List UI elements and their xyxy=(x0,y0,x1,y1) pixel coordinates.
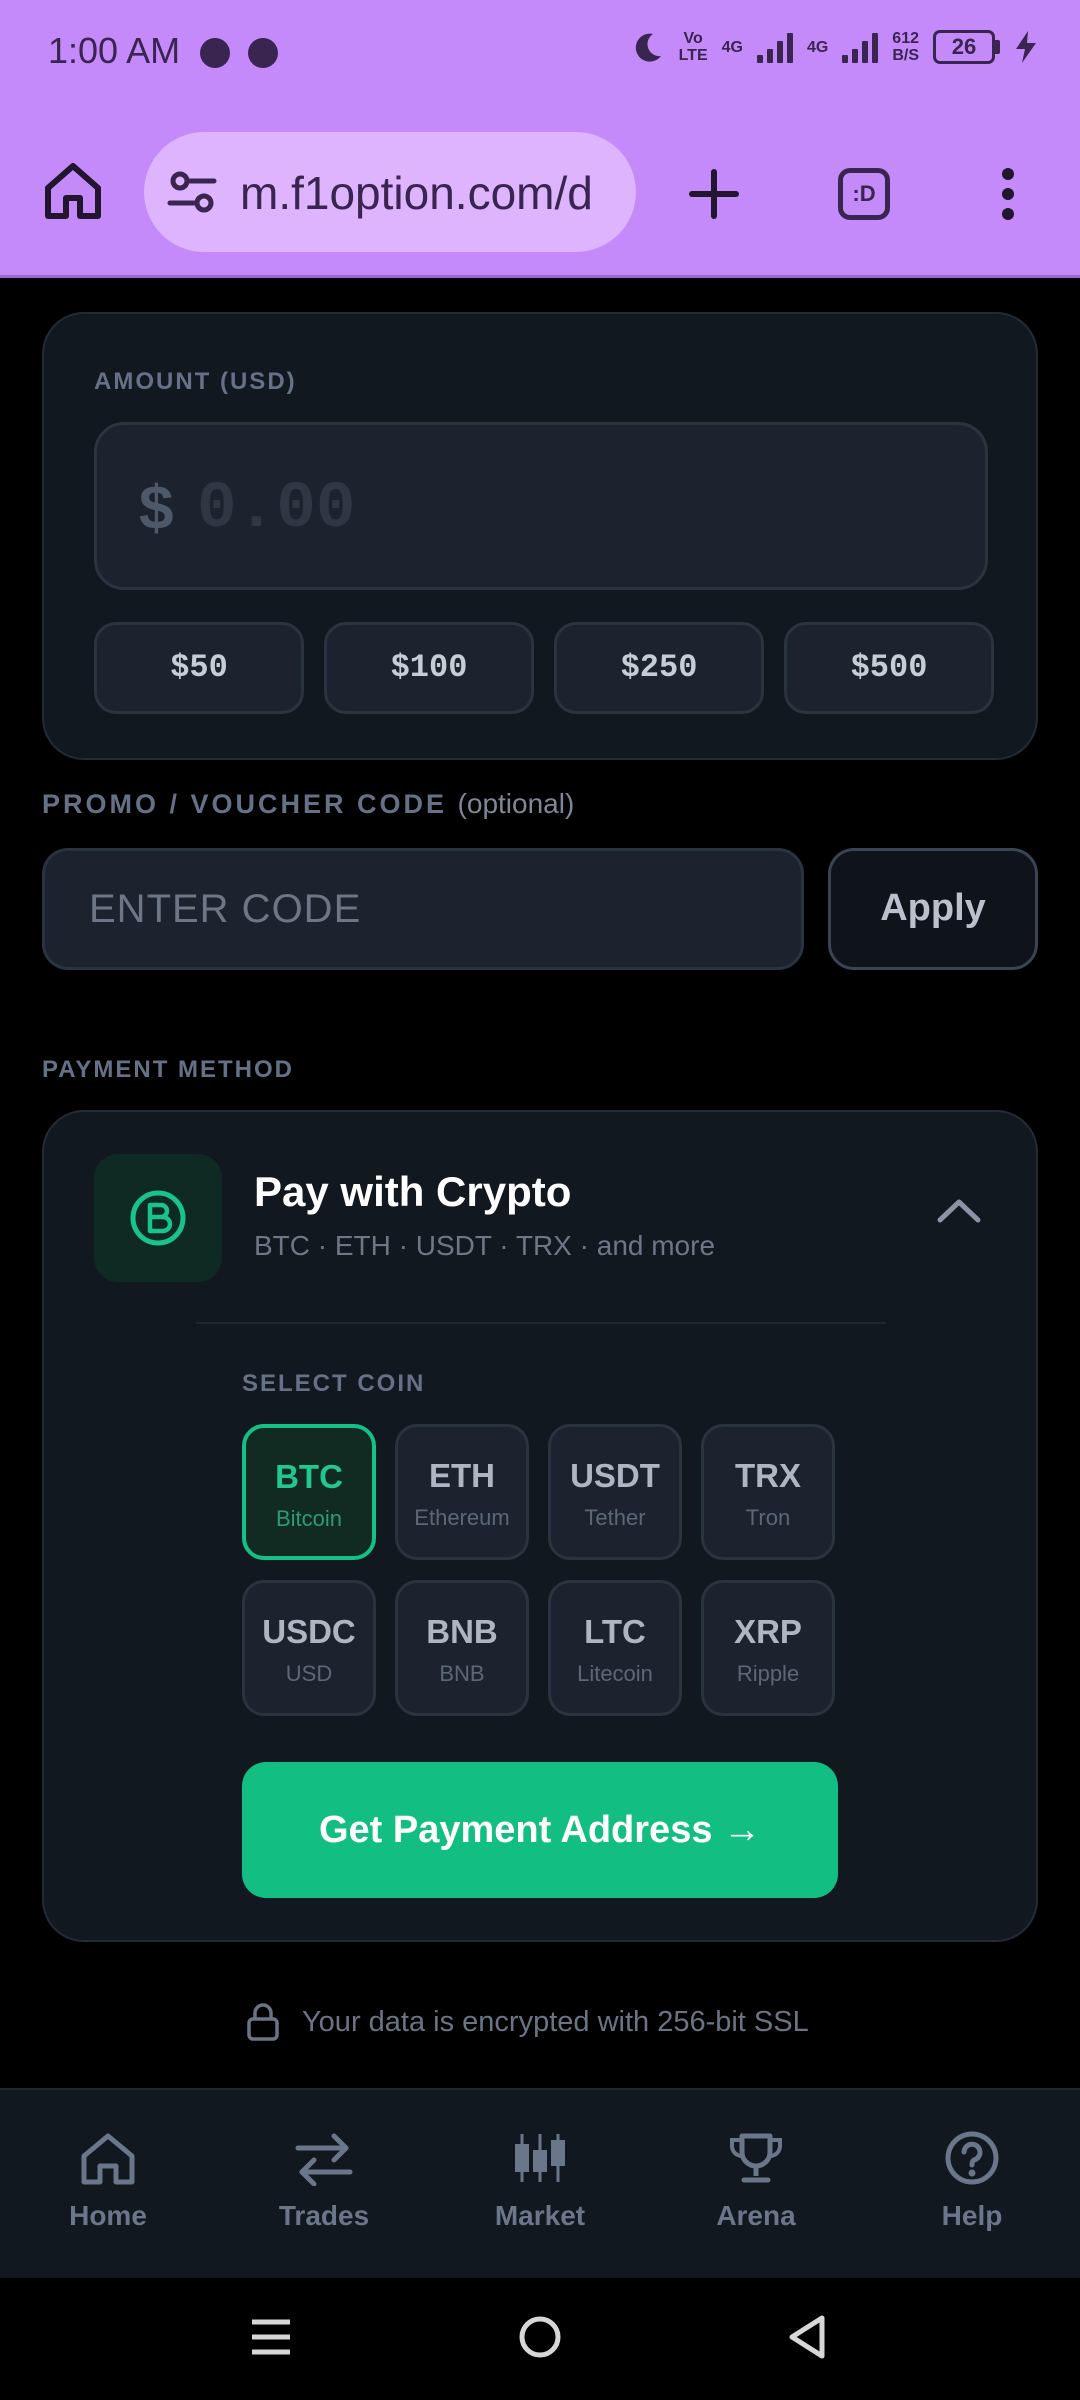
coin-btc[interactable]: BTC Bitcoin xyxy=(242,1424,376,1560)
tabs-icon[interactable]: :D xyxy=(838,168,890,220)
quick-amount-250-button[interactable]: $250 xyxy=(554,622,764,714)
url-text[interactable]: m.f1option.com/d xyxy=(240,166,593,220)
status-time: 1:00 AM xyxy=(48,30,181,71)
candlestick-icon xyxy=(515,2134,565,2182)
promo-label: PROMO / VOUCHER CODE (optional) xyxy=(42,788,575,819)
amount-card: AMOUNT (USD) $ 0.00 $50 $100 $250 $500 xyxy=(42,312,1038,760)
coin-xrp[interactable]: XRP Ripple xyxy=(701,1580,835,1716)
home-icon[interactable] xyxy=(40,158,106,224)
payment-method-title[interactable]: Pay with Crypto xyxy=(254,1168,571,1216)
chat-icon xyxy=(200,38,230,68)
coin-usdc[interactable]: USDC USD xyxy=(242,1580,376,1716)
coin-bnb[interactable]: BNB BNB xyxy=(395,1580,529,1716)
status-bar: 1:00 AM Vo LTE 4G 4G 612 B/S 26 xyxy=(0,0,1080,108)
system-navigation-bar xyxy=(0,2278,1080,2400)
amount-input[interactable]: $ 0.00 xyxy=(94,422,988,590)
trophy-icon xyxy=(730,2133,782,2183)
nav-home[interactable]: Home xyxy=(0,2090,216,2278)
quick-amount-100-button[interactable]: $100 xyxy=(324,622,534,714)
battery-level: 26 xyxy=(933,30,995,64)
volte-indicator: Vo LTE xyxy=(678,30,708,64)
moon-icon xyxy=(635,33,661,62)
security-note: Your data is encrypted with 256-bit SSL xyxy=(246,2002,809,2042)
transfer-icon xyxy=(295,2133,353,2186)
select-coin-label: SELECT COIN xyxy=(242,1370,426,1397)
site-settings-icon[interactable] xyxy=(166,166,218,218)
back-icon[interactable] xyxy=(784,2312,830,2362)
payment-method-subtitle: BTC · ETH · USDT · TRX · and more xyxy=(254,1230,716,1261)
nav-arena[interactable]: Arena xyxy=(648,2090,864,2278)
address-bar[interactable]: m.f1option.com/d xyxy=(144,132,636,252)
quick-amounts: $50 $100 $250 $500 xyxy=(94,622,994,714)
network-type-1: 4G xyxy=(721,38,743,56)
signal-icon xyxy=(842,31,879,63)
bottom-navigation: Home Trades Market Arena Help xyxy=(0,2088,1080,2278)
coin-trx[interactable]: TRX Tron xyxy=(701,1424,835,1560)
apply-button[interactable]: Apply xyxy=(828,848,1038,970)
quick-amount-500-button[interactable]: $500 xyxy=(784,622,994,714)
status-indicators: Vo LTE 4G 4G 612 B/S 26 xyxy=(631,30,1038,64)
coin-eth[interactable]: ETH Ethereum xyxy=(395,1424,529,1560)
coin-grid: BTC Bitcoin ETH Ethereum USDT Tether TRX Tro… xyxy=(242,1424,842,1716)
notification-icon xyxy=(248,38,278,68)
nav-trades[interactable]: Trades xyxy=(216,2090,432,2278)
crypto-icon xyxy=(94,1154,222,1282)
divider xyxy=(196,1322,886,1324)
menu-icon[interactable] xyxy=(990,164,1026,224)
network-speed: 612 B/S xyxy=(892,30,919,64)
home-circle-icon[interactable] xyxy=(516,2312,564,2362)
promo-code-input[interactable]: ENTER CODE xyxy=(42,848,804,970)
payment-method-label: PAYMENT METHOD xyxy=(42,1056,295,1083)
payment-method-card: Pay with Crypto BTC · ETH · USDT · TRX ·… xyxy=(42,1110,1038,1942)
nav-market[interactable]: Market xyxy=(432,2090,648,2278)
amount-label: AMOUNT (USD) xyxy=(94,368,297,395)
signal-icon xyxy=(756,31,793,63)
network-type-2: 4G xyxy=(806,38,829,56)
chevron-up-icon[interactable] xyxy=(936,1196,982,1224)
currency-symbol: $ xyxy=(139,474,174,543)
get-payment-address-button[interactable]: Get Payment Address → xyxy=(242,1762,838,1898)
coin-usdt[interactable]: USDT Tether xyxy=(548,1424,682,1560)
help-icon xyxy=(945,2131,999,2185)
security-note-text: Your data is encrypted with 256-bit SSL xyxy=(302,2005,809,2038)
promo-placeholder: ENTER CODE xyxy=(89,887,362,931)
browser-toolbar: m.f1option.com/d :D xyxy=(0,108,1080,278)
quick-amount-50-button[interactable]: $50 xyxy=(94,622,304,714)
home-icon xyxy=(81,2133,135,2185)
promo-optional-note: (optional) xyxy=(457,788,575,819)
battery-icon: 26 xyxy=(933,30,1000,64)
page-content: AMOUNT (USD) $ 0.00 $50 $100 $250 $500 P… xyxy=(0,278,1080,2088)
lock-icon xyxy=(247,2003,279,2041)
amount-placeholder: 0.00 xyxy=(197,471,356,546)
coin-ltc[interactable]: LTC Litecoin xyxy=(548,1580,682,1716)
new-tab-icon[interactable] xyxy=(684,164,744,224)
recents-icon[interactable] xyxy=(248,2312,294,2362)
nav-help[interactable]: Help xyxy=(864,2090,1080,2278)
charging-icon xyxy=(1016,31,1036,63)
